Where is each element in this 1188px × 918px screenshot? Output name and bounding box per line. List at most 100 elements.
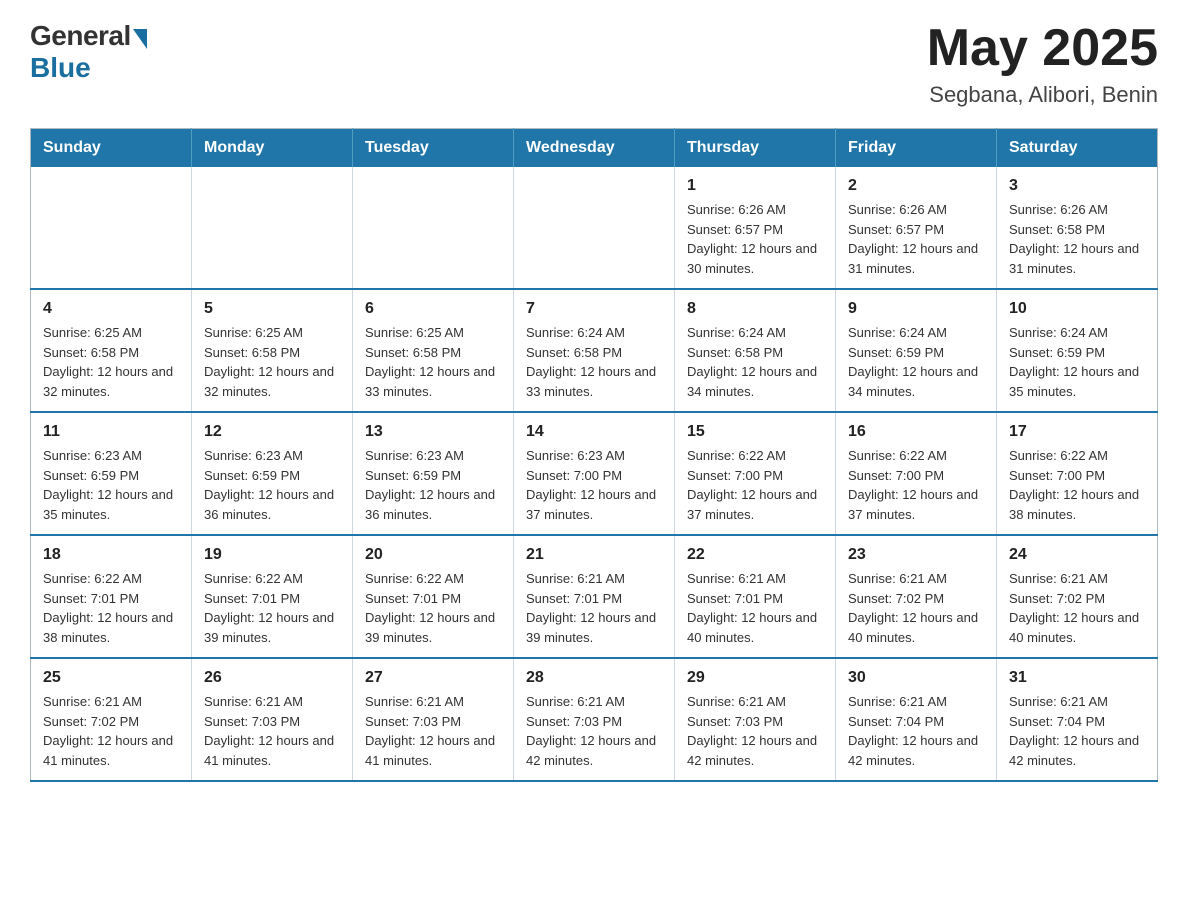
weekday-header-sunday: Sunday — [31, 129, 192, 168]
day-info: Sunrise: 6:23 AMSunset: 6:59 PMDaylight:… — [204, 446, 340, 524]
day-info: Sunrise: 6:21 AMSunset: 7:04 PMDaylight:… — [848, 692, 984, 770]
day-number: 7 — [526, 300, 662, 318]
day-info: Sunrise: 6:22 AMSunset: 7:01 PMDaylight:… — [204, 569, 340, 647]
day-info: Sunrise: 6:25 AMSunset: 6:58 PMDaylight:… — [204, 323, 340, 401]
calendar-cell: 20 Sunrise: 6:22 AMSunset: 7:01 PMDayligh… — [353, 535, 514, 658]
calendar-cell — [192, 167, 353, 289]
weekday-header-tuesday: Tuesday — [353, 129, 514, 168]
weekday-header-thursday: Thursday — [675, 129, 836, 168]
weekday-header-row: SundayMondayTuesdayWednesdayThursdayFrid… — [31, 129, 1158, 168]
day-number: 1 — [687, 177, 823, 195]
calendar-cell: 18Sunrise: 6:22 AMSunset: 7:01 PMDayligh… — [31, 535, 192, 658]
day-number: 22 — [687, 546, 823, 564]
day-number: 12 — [204, 423, 340, 441]
calendar-cell: 7 Sunrise: 6:24 AMSunset: 6:58 PMDaylight… — [514, 289, 675, 412]
day-number: 18 — [43, 546, 179, 564]
day-info: Sunrise: 6:21 AMSunset: 7:02 PMDaylight:… — [848, 569, 984, 647]
calendar-cell: 14Sunrise: 6:23 AMSunset: 7:00 PMDayligh… — [514, 412, 675, 535]
day-number: 10 — [1009, 300, 1145, 318]
day-number: 2 — [848, 177, 984, 195]
day-info: Sunrise: 6:24 AMSunset: 6:58 PMDaylight:… — [526, 323, 662, 401]
calendar-week-row: 18 Sunrise: 6:22 AMSunset: 7:01 PMDayligh… — [31, 535, 1158, 658]
day-info: Sunrise: 6:23 AMSunset: 6:59 PMDaylight:… — [365, 446, 501, 524]
day-number: 25 — [43, 669, 179, 687]
day-info: Sunrise: 6:22 AMSunset: 7:01 PMDaylight:… — [365, 569, 501, 647]
day-info: Sunrise: 6:22 AMSunset: 7:00 PMDaylight:… — [1009, 446, 1145, 524]
day-info: Sunrise: 6:21 AMSunset: 7:03 PMDaylight:… — [204, 692, 340, 770]
day-number: 9 — [848, 300, 984, 318]
logo-blue: Blue — [30, 52, 91, 84]
day-number: 16 — [848, 423, 984, 441]
day-number: 5 — [204, 300, 340, 318]
location-title: Segbana, Alibori, Benin — [927, 82, 1158, 108]
day-number: 21 — [526, 546, 662, 564]
calendar-cell — [353, 167, 514, 289]
calendar-week-row: 25 Sunrise: 6:21 AMSunset: 7:02 PMDayligh… — [31, 658, 1158, 781]
title-block: May 2025 Segbana, Alibori, Benin — [927, 20, 1158, 108]
day-info: Sunrise: 6:26 AMSunset: 6:57 PMDaylight:… — [687, 200, 823, 278]
day-info: Sunrise: 6:24 AMSunset: 6:58 PMDaylight:… — [687, 323, 823, 401]
day-number: 4 — [43, 300, 179, 318]
calendar-week-row: 11 Sunrise: 6:23 AMSunset: 6:59 PMDayligh… — [31, 412, 1158, 535]
calendar-cell: 30 Sunrise: 6:21 AMSunset: 7:04 PMDayligh… — [836, 658, 997, 781]
day-number: 8 — [687, 300, 823, 318]
calendar-cell: 17 Sunrise: 6:22 AMSunset: 7:00 PMDayligh… — [997, 412, 1158, 535]
calendar-cell: 29Sunrise: 6:21 AMSunset: 7:03 PMDayligh… — [675, 658, 836, 781]
day-number: 3 — [1009, 177, 1145, 195]
weekday-header-monday: Monday — [192, 129, 353, 168]
calendar-cell: 26Sunrise: 6:21 AMSunset: 7:03 PMDayligh… — [192, 658, 353, 781]
day-info: Sunrise: 6:21 AMSunset: 7:02 PMDaylight:… — [1009, 569, 1145, 647]
calendar-cell: 28 Sunrise: 6:21 AMSunset: 7:03 PMDayligh… — [514, 658, 675, 781]
day-info: Sunrise: 6:21 AMSunset: 7:01 PMDaylight:… — [687, 569, 823, 647]
day-info: Sunrise: 6:21 AMSunset: 7:01 PMDaylight:… — [526, 569, 662, 647]
day-number: 27 — [365, 669, 501, 687]
calendar-cell: 13Sunrise: 6:23 AMSunset: 6:59 PMDayligh… — [353, 412, 514, 535]
logo-general: General — [30, 20, 131, 52]
day-number: 20 — [365, 546, 501, 564]
calendar-cell: 9 Sunrise: 6:24 AMSunset: 6:59 PMDaylight… — [836, 289, 997, 412]
day-info: Sunrise: 6:26 AMSunset: 6:58 PMDaylight:… — [1009, 200, 1145, 278]
calendar-cell: 25 Sunrise: 6:21 AMSunset: 7:02 PMDayligh… — [31, 658, 192, 781]
day-info: Sunrise: 6:21 AMSunset: 7:03 PMDaylight:… — [526, 692, 662, 770]
logo: General Blue — [30, 20, 147, 84]
month-year-title: May 2025 — [927, 20, 1158, 77]
calendar-cell: 5 Sunrise: 6:25 AMSunset: 6:58 PMDaylight… — [192, 289, 353, 412]
day-number: 15 — [687, 423, 823, 441]
logo-text: General — [30, 20, 147, 52]
day-number: 23 — [848, 546, 984, 564]
calendar-cell — [514, 167, 675, 289]
calendar-cell: 31Sunrise: 6:21 AMSunset: 7:04 PMDayligh… — [997, 658, 1158, 781]
day-info: Sunrise: 6:22 AMSunset: 7:00 PMDaylight:… — [848, 446, 984, 524]
day-number: 28 — [526, 669, 662, 687]
calendar-cell: 22 Sunrise: 6:21 AMSunset: 7:01 PMDayligh… — [675, 535, 836, 658]
weekday-header-saturday: Saturday — [997, 129, 1158, 168]
day-info: Sunrise: 6:25 AMSunset: 6:58 PMDaylight:… — [43, 323, 179, 401]
calendar-week-row: 1 Sunrise: 6:26 AMSunset: 6:57 PMDaylight… — [31, 167, 1158, 289]
calendar-cell: 10 Sunrise: 6:24 AMSunset: 6:59 PMDayligh… — [997, 289, 1158, 412]
day-info: Sunrise: 6:23 AMSunset: 6:59 PMDaylight:… — [43, 446, 179, 524]
weekday-header-friday: Friday — [836, 129, 997, 168]
day-info: Sunrise: 6:24 AMSunset: 6:59 PMDaylight:… — [848, 323, 984, 401]
day-info: Sunrise: 6:24 AMSunset: 6:59 PMDaylight:… — [1009, 323, 1145, 401]
day-number: 11 — [43, 423, 179, 441]
calendar-cell: 21 Sunrise: 6:21 AMSunset: 7:01 PMDayligh… — [514, 535, 675, 658]
day-number: 19 — [204, 546, 340, 564]
day-number: 6 — [365, 300, 501, 318]
calendar-cell: 12 Sunrise: 6:23 AMSunset: 6:59 PMDayligh… — [192, 412, 353, 535]
calendar-cell: 1 Sunrise: 6:26 AMSunset: 6:57 PMDaylight… — [675, 167, 836, 289]
day-number: 30 — [848, 669, 984, 687]
day-info: Sunrise: 6:21 AMSunset: 7:04 PMDaylight:… — [1009, 692, 1145, 770]
day-info: Sunrise: 6:26 AMSunset: 6:57 PMDaylight:… — [848, 200, 984, 278]
day-info: Sunrise: 6:21 AMSunset: 7:02 PMDaylight:… — [43, 692, 179, 770]
day-info: Sunrise: 6:21 AMSunset: 7:03 PMDaylight:… — [687, 692, 823, 770]
calendar-cell: 23 Sunrise: 6:21 AMSunset: 7:02 PMDayligh… — [836, 535, 997, 658]
calendar-cell: 19 Sunrise: 6:22 AMSunset: 7:01 PMDayligh… — [192, 535, 353, 658]
calendar-table: SundayMondayTuesdayWednesdayThursdayFrid… — [30, 128, 1158, 782]
calendar-cell: 11 Sunrise: 6:23 AMSunset: 6:59 PMDayligh… — [31, 412, 192, 535]
day-number: 17 — [1009, 423, 1145, 441]
calendar-cell: 6 Sunrise: 6:25 AMSunset: 6:58 PMDaylight… — [353, 289, 514, 412]
calendar-cell: 8 Sunrise: 6:24 AMSunset: 6:58 PMDaylight… — [675, 289, 836, 412]
logo-arrow-icon — [133, 29, 147, 49]
day-info: Sunrise: 6:25 AMSunset: 6:58 PMDaylight:… — [365, 323, 501, 401]
day-info: Sunrise: 6:21 AMSunset: 7:03 PMDaylight:… — [365, 692, 501, 770]
